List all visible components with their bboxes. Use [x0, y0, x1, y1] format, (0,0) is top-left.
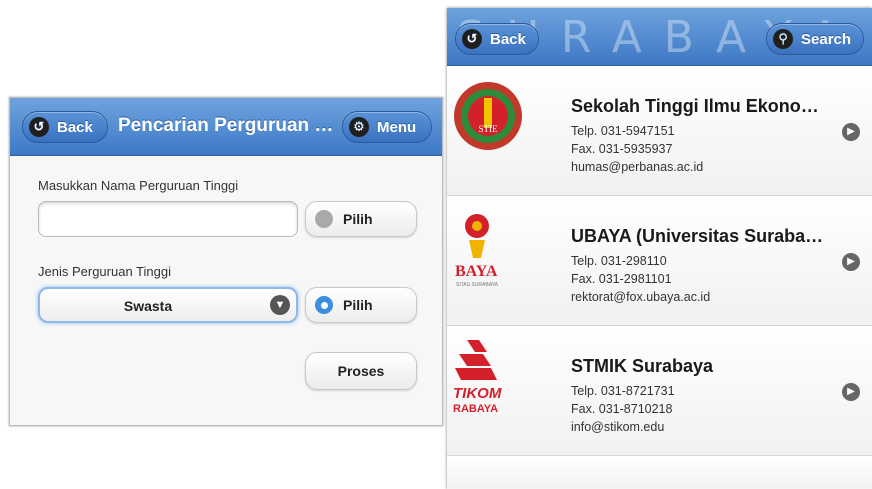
back-button[interactable]: ↺ Back — [22, 111, 108, 143]
pilih-label: Pilih — [343, 297, 373, 313]
item-email: info@stikom.edu — [571, 420, 665, 434]
gear-icon: ⚙ — [349, 117, 369, 137]
item-title: UBAYA (Universitas Surabaya) — [571, 226, 828, 246]
chevron-right-icon: ▶ — [842, 123, 860, 141]
back-arrow-icon: ↺ — [462, 29, 482, 49]
item-fax: Fax. 031-5935937 — [571, 142, 673, 156]
item-email: rektorat@fox.ubaya.ac.id — [571, 290, 711, 304]
pilih-label: Pilih — [343, 211, 373, 227]
back-button[interactable]: ↺ Back — [455, 23, 539, 55]
list-item[interactable]: BAYA SITAS SURABAYA UBAYA (Universitas S… — [447, 196, 872, 326]
pilih-name-button[interactable]: Pilih — [305, 201, 417, 237]
list-item[interactable]: STIE Sekolah Tinggi Ilmu Ekonomi Perbana… — [447, 66, 872, 196]
header-bar: SURABAYA ↺ Back ⚲ Search — [447, 8, 872, 66]
item-email: humas@perbanas.ac.id — [571, 160, 704, 174]
back-label: Back — [490, 30, 526, 48]
jenis-selected-value: Swasta — [123, 298, 173, 314]
pilih-jenis-button[interactable]: Pilih — [305, 287, 417, 323]
name-input[interactable] — [38, 201, 298, 237]
ubaya-logo-text: BAYA — [455, 263, 498, 280]
stikom-logo-text: TIKOM — [453, 385, 502, 402]
menu-button[interactable]: ⚙ Menu — [342, 111, 432, 143]
stie-logo: STIE — [454, 82, 522, 150]
chevron-down-icon: ▼ — [270, 295, 290, 315]
header-bar: ↺ Back Pencarian Perguruan Tinggi ⚙ Menu — [10, 98, 442, 156]
ubaya-logo-subtext: SITAS SURABAYA — [456, 282, 499, 288]
item-fax: Fax. 031-2981101 — [571, 272, 672, 286]
chevron-right-icon: ▶ — [842, 253, 860, 271]
item-phone: Telp. 031-298110 — [571, 254, 667, 268]
radio-off-icon — [315, 210, 333, 228]
stikom-logo-subtext: RABAYA — [453, 403, 498, 415]
stie-logo-text: STIE — [479, 124, 499, 134]
chevron-right-icon: ▶ — [842, 383, 860, 401]
jenis-field-label: Jenis Perguruan Tinggi — [38, 264, 171, 279]
ubaya-logo: BAYA SITAS SURABAYA — [455, 214, 499, 288]
item-title: Sekolah Tinggi Ilmu Ekonomi Perbanas — [571, 96, 828, 116]
page-title: Pencarian Perguruan Tinggi — [118, 115, 334, 136]
list-item[interactable]: TIKOM RABAYA STMIK Surabaya Telp. 031-87… — [447, 326, 872, 456]
item-fax: Fax. 031-8710218 — [571, 402, 673, 416]
item-phone: Telp. 031-5947151 — [571, 124, 675, 138]
search-button[interactable]: ⚲ Search — [766, 23, 864, 55]
radio-on-icon — [315, 296, 333, 314]
search-screen: ↺ Back Pencarian Perguruan Tinggi ⚙ Menu… — [9, 97, 443, 426]
proses-button[interactable]: Proses — [305, 352, 417, 390]
list-item-empty — [447, 456, 872, 489]
back-label: Back — [57, 118, 93, 136]
stikom-logo: TIKOM RABAYA — [453, 340, 502, 415]
results-screen: SURABAYA ↺ Back ⚲ Search STIE Sekolah Ti… — [447, 8, 872, 489]
search-label: Search — [801, 30, 852, 48]
name-field-label: Masukkan Nama Perguruan Tinggi — [38, 178, 239, 193]
menu-label: Menu — [377, 118, 417, 136]
back-arrow-icon: ↺ — [29, 117, 49, 137]
item-title: STMIK Surabaya — [571, 356, 714, 376]
search-icon: ⚲ — [773, 29, 793, 49]
results-list: STIE Sekolah Tinggi Ilmu Ekonomi Perbana… — [447, 66, 872, 489]
jenis-select[interactable]: Swasta ▼ — [38, 287, 298, 323]
item-phone: Telp. 031-8721731 — [571, 384, 675, 398]
